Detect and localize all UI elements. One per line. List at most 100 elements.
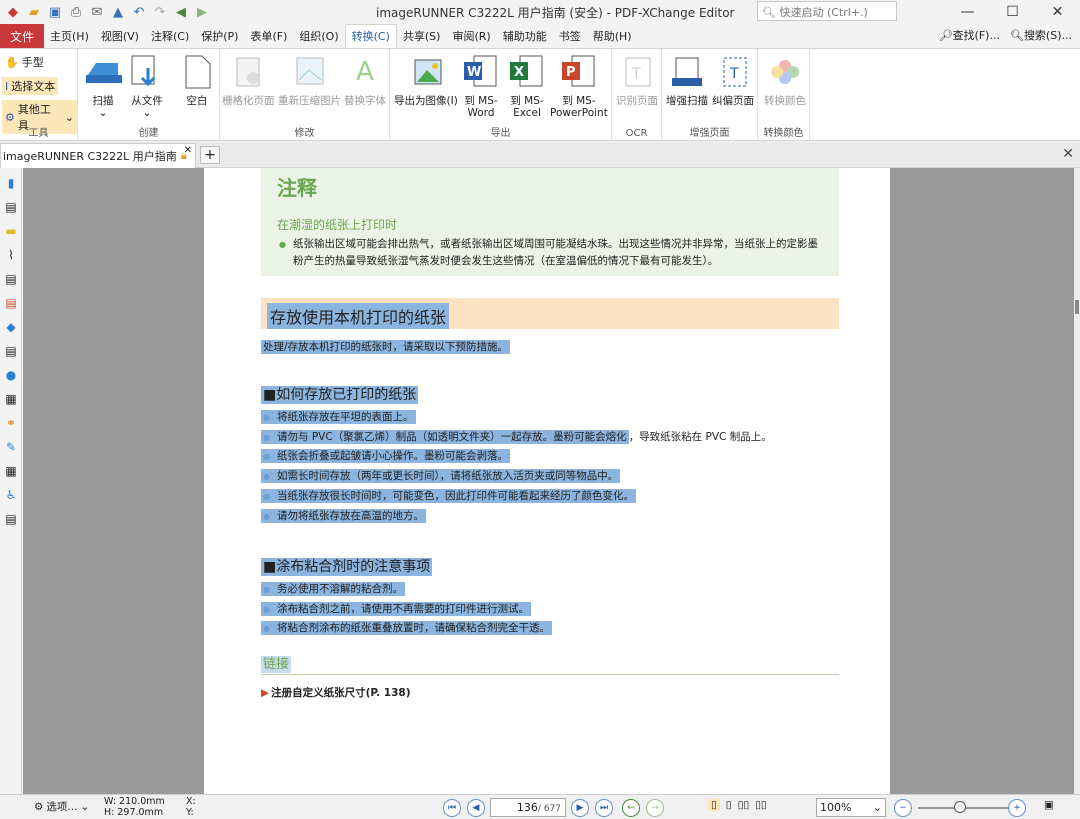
comments-icon[interactable]: ▬ [2, 222, 20, 240]
tab-close-icon[interactable]: ✕ [184, 145, 192, 156]
quick-launch-search[interactable]: 🔍︎ 快速启动 (Ctrl+.) [757, 1, 897, 21]
scroll-thumb[interactable] [1075, 300, 1079, 314]
bullet-icon: ● [263, 604, 270, 614]
hand-tool-button[interactable]: ✋ 手型 [2, 53, 47, 71]
list-item: ● 将纸张存放在平坦的表面上。 [261, 409, 416, 424]
page-number-field[interactable]: 136/ 677 [490, 798, 566, 817]
options-button[interactable]: ⚙ 选项... ⌄ [34, 799, 89, 814]
attachments-icon[interactable]: ⌇ [2, 246, 20, 264]
maximize-button[interactable]: ☐ [990, 0, 1035, 24]
replace-fonts-button[interactable]: A 替换字体 [344, 53, 386, 107]
view-options-icon[interactable]: ▣ [1044, 799, 1054, 811]
next-page-button[interactable]: ▶ [571, 799, 589, 817]
accessibility-icon[interactable]: ♿︎ [2, 486, 20, 504]
forward-icon[interactable]: ▶ [193, 3, 211, 21]
tab-convert[interactable]: 转换(C) [344, 24, 397, 48]
note-box: 注释 在潮湿的纸张上打印时 纸张输出区域可能会排出热气，或者纸张输出区域周围可能… [261, 168, 839, 276]
to-word-label-2: Word [467, 107, 495, 119]
document-icon[interactable]: ▤ [2, 270, 20, 288]
tab-comment[interactable]: 注释(C) [145, 24, 195, 48]
blank-button[interactable]: 空白 [178, 53, 216, 107]
search-button[interactable]: 🔍︎搜索(S)... [1010, 27, 1072, 43]
tab-accessibility[interactable]: 辅助功能 [497, 24, 553, 48]
undo-icon[interactable]: ↶ [130, 3, 148, 21]
tab-bookmarks[interactable]: 书签 [553, 24, 587, 48]
tab-home[interactable]: 主页(H) [44, 24, 95, 48]
zoom-select[interactable]: 100% ⌄ [816, 798, 886, 817]
vertical-scrollbar[interactable] [1074, 168, 1080, 794]
enhance-scan-icon [668, 53, 706, 91]
hand-label: 手型 [21, 56, 44, 69]
to-powerpoint-button[interactable]: P 到 MS- PowerPoint [550, 53, 608, 119]
structure-icon[interactable]: ▦ [2, 462, 20, 480]
recompress-button[interactable]: 重新压缩图片 [278, 53, 341, 107]
recognize-page-button[interactable]: T 识别页面 [616, 53, 658, 107]
tab-form[interactable]: 表单(F) [244, 24, 293, 48]
links-icon[interactable]: ⚭ [2, 414, 20, 432]
content-icon[interactable]: ▤ [2, 342, 20, 360]
close-button[interactable]: ✕ [1035, 0, 1080, 24]
tab-organize[interactable]: 组织(O) [293, 24, 344, 48]
deskew-button[interactable]: T 纠偏页面 [712, 53, 754, 107]
print-icon[interactable]: ⎙ [67, 3, 85, 21]
layer-stack-icon[interactable]: ◆ [2, 318, 20, 336]
save-icon[interactable]: ▣ [46, 3, 64, 21]
prev-page-button[interactable]: ◀ [467, 799, 485, 817]
recompress-label: 重新压缩图片 [278, 95, 341, 107]
redo-icon[interactable]: ↷ [151, 3, 169, 21]
minimize-button[interactable]: — [945, 0, 990, 24]
close-document-icon[interactable]: ✕ [1062, 146, 1074, 162]
ribbon-tabs: 文件 主页(H) 视图(V) 注释(C) 保护(P) 表单(F) 组织(O) 转… [0, 24, 1080, 49]
group-convert-colors: 转换颜色 转换颜色 [758, 49, 810, 141]
destinations-icon[interactable]: ● [2, 366, 20, 384]
bookmarks-icon[interactable]: ▮ [2, 174, 20, 192]
new-tab-button[interactable]: + [200, 146, 220, 164]
back-icon[interactable]: ◀ [172, 3, 190, 21]
to-excel-button[interactable]: X 到 MS- Excel [508, 53, 546, 119]
convert-colors-button[interactable]: 转换颜色 [764, 53, 806, 107]
zoom-slider-knob[interactable] [954, 801, 966, 813]
tab-protect[interactable]: 保护(P) [195, 24, 244, 48]
find-button[interactable]: 🔎︎查找(F)... [939, 27, 1000, 43]
scan-button[interactable]: 扫描 ⌄ [84, 53, 122, 119]
tab-share[interactable]: 共享(S) [397, 24, 447, 48]
pages-icon[interactable]: ▤ [2, 198, 20, 216]
email-icon[interactable]: ✉ [88, 3, 106, 21]
tab-review[interactable]: 审阅(R) [446, 24, 496, 48]
from-file-button[interactable]: 从文件 ⌄ [128, 53, 166, 119]
zoom-out-button[interactable]: − [894, 799, 912, 817]
tab-file[interactable]: 文件 [0, 24, 44, 48]
open-folder-icon[interactable]: ▰ [25, 3, 43, 21]
signatures-icon[interactable]: ✎ [2, 438, 20, 456]
fields-icon[interactable]: ▤ [2, 510, 20, 528]
link-custom-paper[interactable]: ▶ 注册自定义纸张尺寸(P. 138) [261, 685, 411, 700]
tab-help[interactable]: 帮助(H) [587, 24, 638, 48]
rasterize-button[interactable]: 栅格化页面 [222, 53, 275, 107]
first-page-button[interactable]: ⏮ [443, 799, 461, 817]
rasterize-icon [229, 53, 267, 91]
tags-icon[interactable]: ▦ [2, 390, 20, 408]
select-text-button[interactable]: I 选择文本 [2, 77, 59, 95]
last-page-button[interactable]: ⏭ [595, 799, 613, 817]
ribbon: ✋ 手型 I 选择文本 ⚙ 其他工具 ⌄ 工具 扫描 ⌄ 从文件 ⌄ 空白 创建 栅格化页面… [0, 49, 1080, 141]
list-item-text: 涂布粘合剂之前，请使用不再需要的打印件进行测试。 [277, 603, 529, 615]
export-image-button[interactable]: 导出为图像(I) [394, 53, 458, 107]
tab-view[interactable]: 视图(V) [95, 24, 145, 48]
document-tab[interactable]: imageRUNNER C3222L 用户指南 🔒︎ ✕ [0, 143, 196, 168]
back-view-button[interactable]: ← [622, 799, 640, 817]
search-doc-icon: 🔍︎ [1009, 29, 1024, 42]
facing-continuous-icon[interactable]: ▯▯ [755, 799, 767, 811]
continuous-icon[interactable]: ▯ [726, 799, 732, 811]
layers-icon[interactable]: ▤ [2, 294, 20, 312]
enhance-scan-button[interactable]: 增强扫描 [666, 53, 708, 107]
quick-access-toolbar: ◆ ▰ ▣ ⎙ ✉ ▲ ↶ ↷ ◀ ▶ [0, 3, 211, 21]
scan-icon[interactable]: ▲ [109, 3, 127, 21]
document-canvas: 注释 在潮湿的纸张上打印时 纸张输出区域可能会排出热气，或者纸张输出区域周围可能… [23, 168, 1075, 794]
zoom-slider[interactable] [918, 801, 1010, 813]
to-word-button[interactable]: W 到 MS- Word [462, 53, 500, 119]
single-page-icon[interactable]: ▯ [708, 799, 720, 811]
zoom-in-button[interactable]: + [1008, 799, 1026, 817]
facing-icon[interactable]: ▯▯ [738, 799, 750, 811]
forward-view-button[interactable]: → [646, 799, 664, 817]
note-title: 注释 [277, 176, 317, 200]
